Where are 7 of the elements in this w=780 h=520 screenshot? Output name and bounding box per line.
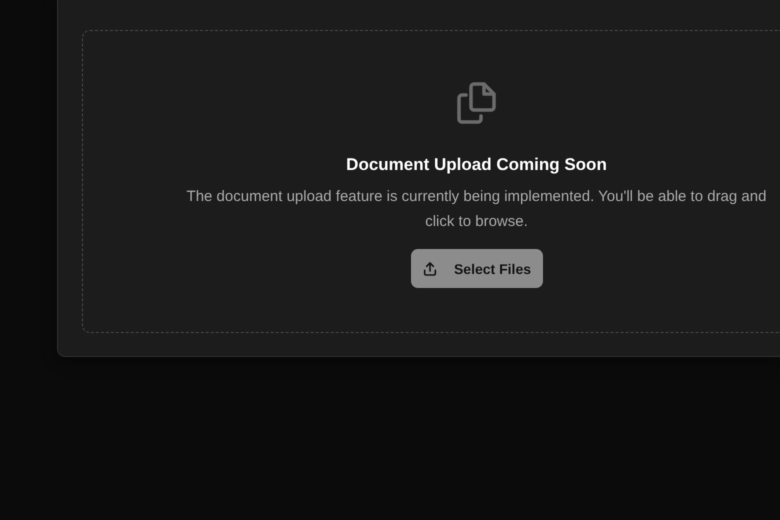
upload-icon: [422, 260, 438, 276]
select-files-button[interactable]: Select Files: [410, 249, 542, 288]
files-icon: [456, 81, 498, 125]
description-line: click to browse.: [425, 212, 528, 232]
description-line: The document upload feature is currently being implemented. You'll be able to drag and: [186, 187, 766, 207]
dropzone[interactable]: Document Upload Coming Soon The document upload feature is currently being implemented. You'll be able to drag and click to browse. Select Files: [82, 30, 780, 333]
upload-title: Document Upload Coming Soon: [346, 155, 607, 175]
